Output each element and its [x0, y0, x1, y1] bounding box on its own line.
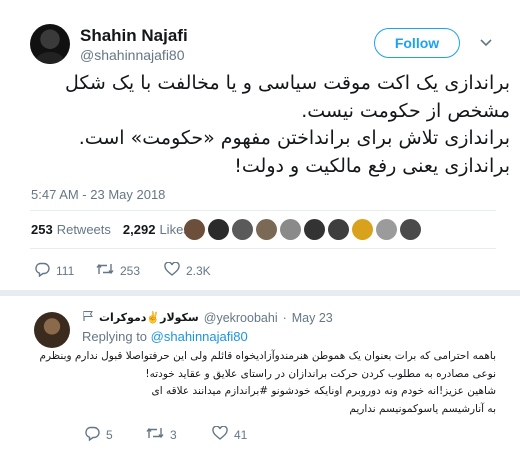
follow-button[interactable]: Follow	[374, 28, 460, 58]
tweet-text-line: براندازی یعنی رفع مالکیت و دولت!	[234, 154, 510, 177]
tweet-text-line: مشخص از حکومت نیست.	[301, 99, 510, 122]
divider	[30, 210, 496, 211]
author-handle[interactable]: @shahinnajafi80	[80, 47, 185, 63]
reply-author-handle[interactable]: @yekroobahi	[204, 311, 278, 325]
tweet-timestamp[interactable]: 5:47 AM - 23 May 2018	[31, 187, 165, 202]
chevron-down-icon[interactable]	[478, 36, 494, 50]
liker-avatar[interactable]	[280, 219, 301, 240]
engagement-stats: 253 Retweets 2,292 Likes	[31, 222, 196, 237]
liker-avatar[interactable]	[256, 219, 277, 240]
reply-reply-count: 5	[106, 428, 113, 442]
flag-icon	[82, 310, 94, 325]
reply-retweet-count: 3	[170, 427, 177, 442]
heart-icon	[164, 261, 180, 279]
tweet-text-line: براندازی تلاش برای برانداختن مفهوم «حکوم…	[78, 127, 510, 149]
liker-avatar[interactable]	[328, 219, 349, 240]
heart-icon	[212, 425, 228, 443]
main-tweet: Shahin Najafi @shahinnajafi80 Follow برا…	[0, 0, 520, 296]
like-count: 2.3K	[186, 263, 211, 278]
tweet-text-line: براندازی یک اکت موقت سیاسی و یا مخالفت ب…	[65, 72, 510, 94]
reply-text-line: نوعی مصادره به مطلوب کردن حرکت براندازان…	[145, 367, 496, 380]
liker-avatar[interactable]	[376, 219, 397, 240]
retweets-stat[interactable]: 253 Retweets	[31, 222, 111, 237]
reply-header: سکولار✌️دموکرات @yekroobahi · May 23	[82, 310, 333, 325]
retweet-count: 253	[120, 263, 141, 278]
author-avatar[interactable]	[30, 24, 70, 64]
retweet-icon	[96, 262, 114, 279]
reply-author-avatar[interactable]	[34, 312, 70, 348]
retweets-label: Retweets	[56, 222, 111, 237]
reply-icon	[34, 262, 50, 280]
reply-action[interactable]: 111	[34, 262, 74, 280]
liker-avatar[interactable]	[232, 219, 253, 240]
replying-to: Replying to @shahinnajafi80	[82, 329, 248, 344]
replying-to-label: Replying to	[82, 329, 148, 344]
liker-avatar[interactable]	[304, 219, 325, 240]
reply-retweet-action[interactable]: 3	[146, 426, 177, 443]
reply-reply-action[interactable]: 5	[84, 426, 113, 444]
liker-avatar[interactable]	[184, 219, 205, 240]
author-name[interactable]: Shahin Najafi	[80, 26, 188, 46]
reply-tweet[interactable]: سکولار✌️دموکرات @yekroobahi · May 23 Rep…	[0, 296, 520, 450]
reply-count: 111	[56, 264, 75, 278]
reply-text-line: به آنارشیسم یاسوکمونیسم نداریم	[349, 402, 496, 415]
separator-dot: ·	[282, 310, 287, 325]
reply-text-line: باهمه احترامی که برات بعنوان یک هموطن هن…	[39, 350, 497, 362]
reply-date[interactable]: May 23	[292, 311, 333, 325]
liker-avatar[interactable]	[400, 219, 421, 240]
like-action[interactable]: 2.3K	[164, 261, 211, 279]
liker-avatar[interactable]	[208, 219, 229, 240]
replying-to-handle[interactable]: @shahinnajafi80	[151, 329, 248, 344]
tweet-text: براندازی یک اکت موقت سیاسی و یا مخالفت ب…	[26, 70, 510, 180]
reply-like-action[interactable]: 41	[212, 425, 248, 443]
reply-author-name[interactable]: سکولار✌️دموکرات	[99, 311, 199, 324]
retweet-icon	[146, 426, 164, 443]
reply-icon	[84, 426, 100, 444]
retweet-action[interactable]: 253	[96, 262, 140, 279]
reply-like-count: 41	[234, 427, 248, 442]
liker-avatar[interactable]	[352, 219, 373, 240]
likes-count: 2,292	[122, 222, 156, 237]
reply-text-line: شاهین عزیز!انه خودم ونه دوروبرم اونایکه …	[151, 385, 496, 397]
divider	[30, 248, 496, 249]
likes-stat[interactable]: 2,292 Likes	[123, 222, 190, 237]
reply-text: باهمه احترامی که برات بعنوان یک هموطن هن…	[39, 348, 497, 418]
liker-avatars	[184, 219, 421, 240]
retweets-count: 253	[31, 222, 53, 237]
